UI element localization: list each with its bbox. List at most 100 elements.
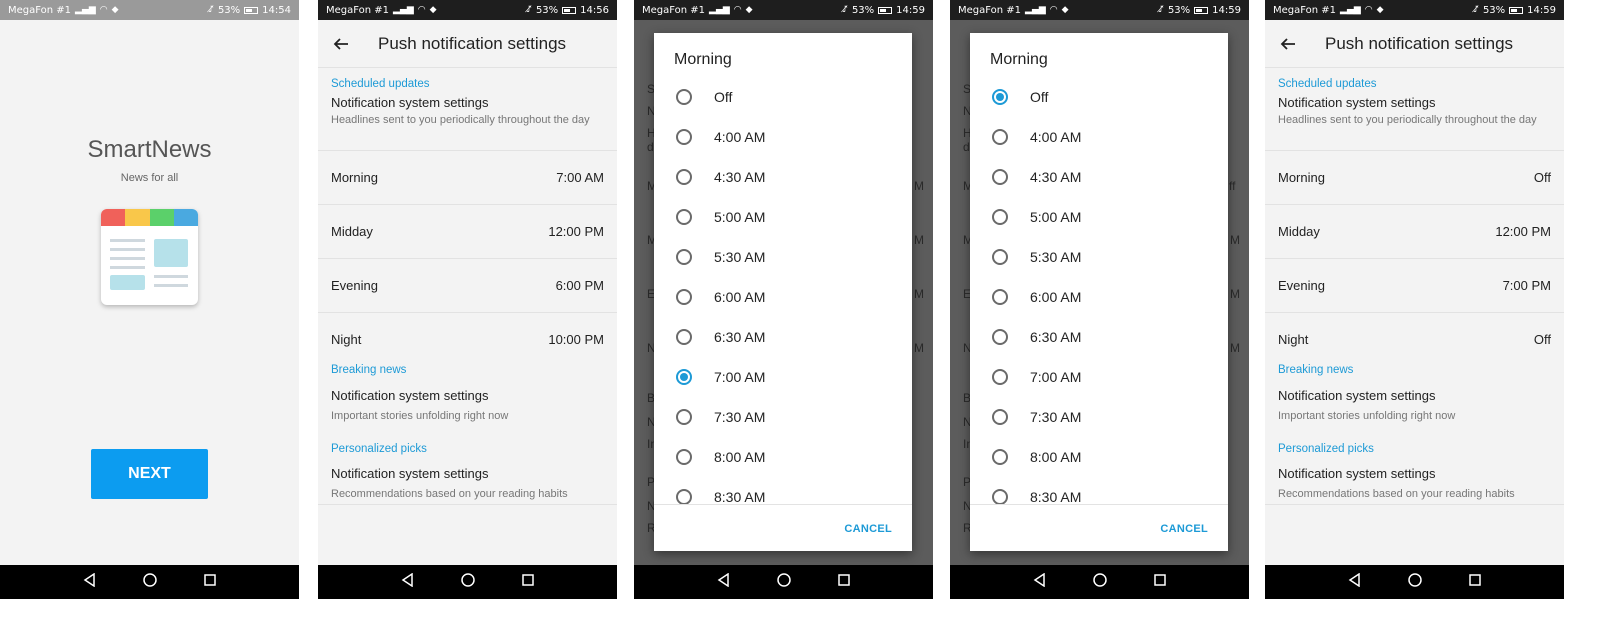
- radio-button[interactable]: [676, 489, 692, 504]
- night-row[interactable]: Night 10:00 PM: [318, 312, 617, 366]
- cancel-button[interactable]: CANCEL: [844, 523, 892, 535]
- option-0630[interactable]: 6:30 AM: [654, 317, 912, 357]
- option-0600[interactable]: 6:00 AM: [970, 277, 1228, 317]
- option-0800[interactable]: 8:00 AM: [654, 437, 912, 477]
- option-off[interactable]: Off: [654, 77, 912, 117]
- option-0830[interactable]: 8:30 AM: [970, 477, 1228, 504]
- radio-button[interactable]: [992, 409, 1008, 425]
- option-0500[interactable]: 5:00 AM: [970, 197, 1228, 237]
- night-row[interactable]: Night Off: [1265, 312, 1564, 366]
- radio-button-selected[interactable]: [676, 369, 692, 385]
- nav-recents-icon[interactable]: [203, 573, 217, 592]
- radio-button[interactable]: [992, 289, 1008, 305]
- nav-back-icon[interactable]: [401, 572, 415, 592]
- back-arrow-icon[interactable]: [1265, 20, 1311, 68]
- radio-button[interactable]: [676, 289, 692, 305]
- time-options-list[interactable]: Off 4:00 AM 4:30 AM 5:00 AM 5:30 AM 6:00…: [654, 77, 912, 504]
- battery-icon: [1509, 6, 1524, 14]
- nav-back-icon[interactable]: [717, 572, 731, 592]
- radio-button[interactable]: [992, 249, 1008, 265]
- nav-home-icon[interactable]: [776, 572, 792, 593]
- radio-button[interactable]: [676, 209, 692, 225]
- cancel-button[interactable]: CANCEL: [1160, 523, 1208, 535]
- signal-icon: ▂▄▆: [75, 5, 96, 15]
- radio-button[interactable]: [676, 89, 692, 105]
- nav-back-icon[interactable]: [83, 572, 97, 592]
- scheduled-system-settings-link[interactable]: Notification system settings: [1265, 95, 1564, 110]
- option-0530[interactable]: 5:30 AM: [970, 237, 1228, 277]
- radio-button[interactable]: [992, 169, 1008, 185]
- morning-row[interactable]: Morning Off: [1265, 150, 1564, 204]
- radio-button[interactable]: [992, 329, 1008, 345]
- option-0530[interactable]: 5:30 AM: [654, 237, 912, 277]
- wifi-icon: ◠: [1049, 5, 1058, 15]
- option-0630[interactable]: 6:30 AM: [970, 317, 1228, 357]
- radio-button[interactable]: [676, 249, 692, 265]
- dialog-title: Morning: [674, 51, 732, 68]
- midday-row[interactable]: Midday 12:00 PM: [318, 204, 617, 258]
- radio-button[interactable]: [992, 209, 1008, 225]
- radio-button[interactable]: [676, 169, 692, 185]
- option-0730[interactable]: 7:30 AM: [654, 397, 912, 437]
- radio-button[interactable]: [992, 369, 1008, 385]
- personalized-system-settings-link[interactable]: Notification system settings: [1265, 466, 1564, 481]
- radio-button[interactable]: [992, 449, 1008, 465]
- option-0430[interactable]: 4:30 AM: [970, 157, 1228, 197]
- wifi-icon: ◠: [1364, 5, 1373, 15]
- midday-row[interactable]: Midday 12:00 PM: [1265, 204, 1564, 258]
- option-0400[interactable]: 4:00 AM: [970, 117, 1228, 157]
- dialog-actions: CANCEL: [970, 504, 1228, 551]
- nav-back-icon[interactable]: [1033, 572, 1047, 592]
- status-bar: MegaFon #1 ▂▄▆ ◠ ◆ ♪̸ 53% 14:54: [0, 0, 299, 20]
- option-0500[interactable]: 5:00 AM: [654, 197, 912, 237]
- row-label: Morning: [331, 170, 378, 185]
- mute-icon: ♪̸: [842, 5, 848, 15]
- nav-recents-icon[interactable]: [1468, 573, 1482, 592]
- ghost-letter: M: [914, 341, 924, 355]
- scheduled-system-settings-link[interactable]: Notification system settings: [318, 95, 617, 110]
- nav-recents-icon[interactable]: [521, 573, 535, 592]
- option-label: 5:30 AM: [714, 249, 766, 265]
- next-button[interactable]: NEXT: [91, 449, 208, 499]
- ghost-letter: ff: [1229, 179, 1236, 193]
- personalized-system-settings-link[interactable]: Notification system settings: [318, 466, 617, 481]
- radio-button[interactable]: [676, 329, 692, 345]
- nav-recents-icon[interactable]: [837, 573, 851, 592]
- option-0700[interactable]: 7:00 AM: [654, 357, 912, 397]
- ghost-letter: d: [963, 140, 970, 154]
- evening-row[interactable]: Evening 6:00 PM: [318, 258, 617, 312]
- breaking-system-settings-link[interactable]: Notification system settings: [318, 388, 617, 403]
- shield-icon: ◆: [1061, 5, 1069, 15]
- nav-back-icon[interactable]: [1348, 572, 1362, 592]
- clock: 14:59: [1212, 4, 1241, 16]
- radio-button[interactable]: [992, 489, 1008, 504]
- time-options-list[interactable]: Off 4:00 AM 4:30 AM 5:00 AM 5:30 AM 6:00…: [970, 77, 1228, 504]
- breaking-system-settings-link[interactable]: Notification system settings: [1265, 388, 1564, 403]
- morning-row[interactable]: Morning 7:00 AM: [318, 150, 617, 204]
- radio-button[interactable]: [676, 409, 692, 425]
- nav-recents-icon[interactable]: [1153, 573, 1167, 592]
- mute-icon: ♪̸: [526, 5, 532, 15]
- option-0430[interactable]: 4:30 AM: [654, 157, 912, 197]
- row-label: Midday: [1278, 224, 1320, 239]
- option-label: Off: [1030, 89, 1049, 105]
- radio-button[interactable]: [676, 129, 692, 145]
- nav-home-icon[interactable]: [460, 572, 476, 593]
- nav-home-icon[interactable]: [1407, 572, 1423, 593]
- nav-home-icon[interactable]: [1092, 572, 1108, 593]
- option-0800[interactable]: 8:00 AM: [970, 437, 1228, 477]
- option-0830[interactable]: 8:30 AM: [654, 477, 912, 504]
- system-navbar: [634, 565, 933, 599]
- nav-home-icon[interactable]: [142, 572, 158, 593]
- evening-row[interactable]: Evening 7:00 PM: [1265, 258, 1564, 312]
- shield-icon: ◆: [111, 5, 119, 15]
- radio-button[interactable]: [992, 129, 1008, 145]
- option-0730[interactable]: 7:30 AM: [970, 397, 1228, 437]
- back-arrow-icon[interactable]: [318, 20, 364, 68]
- option-0700[interactable]: 7:00 AM: [970, 357, 1228, 397]
- option-0400[interactable]: 4:00 AM: [654, 117, 912, 157]
- option-0600[interactable]: 6:00 AM: [654, 277, 912, 317]
- radio-button-selected[interactable]: [992, 89, 1008, 105]
- radio-button[interactable]: [676, 449, 692, 465]
- option-off[interactable]: Off: [970, 77, 1228, 117]
